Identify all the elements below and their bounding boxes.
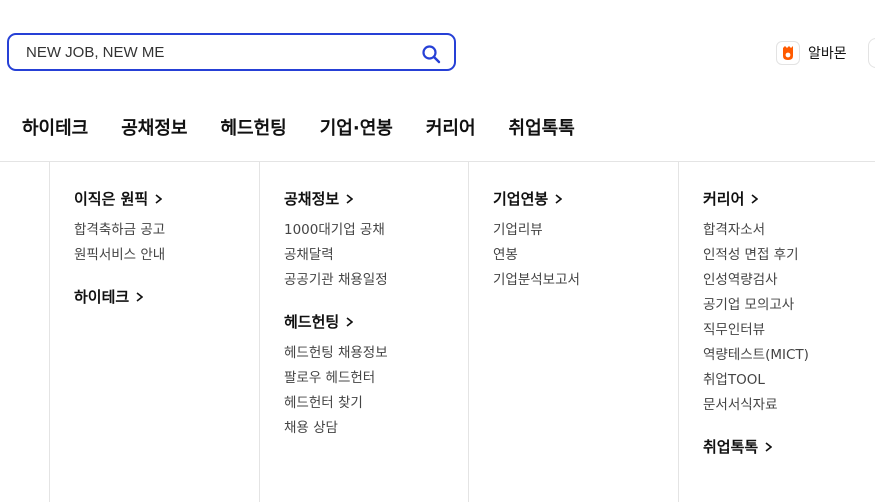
heading-label: 기업연봉 <box>493 190 549 208</box>
nav-item-company-salary[interactable]: 기업·연봉 <box>320 114 393 140</box>
heading-label: 하이테크 <box>74 288 130 306</box>
heading-career[interactable]: 커리어 <box>703 188 875 209</box>
link-follow-headhunter[interactable]: 팔로우 헤드헌터 <box>284 366 469 391</box>
link-job-tool[interactable]: 취업TOOL <box>703 368 875 393</box>
heading-recruit-info[interactable]: 공채정보 <box>284 188 469 209</box>
chevron-right-icon <box>555 193 563 204</box>
link-onepick-service[interactable]: 원픽서비스 안내 <box>74 243 260 268</box>
partial-button[interactable] <box>868 38 875 68</box>
nav-item-hitech[interactable]: 하이테크 <box>22 114 88 140</box>
chevron-right-icon <box>155 193 163 204</box>
link-top1000-recruit[interactable]: 1000대기업 공채 <box>284 218 469 243</box>
albamon-label: 알바몬 <box>808 46 847 62</box>
heading-label: 커리어 <box>703 190 745 208</box>
link-find-headhunter[interactable]: 헤드헌터 찾기 <box>284 391 469 416</box>
search-box[interactable] <box>7 33 456 71</box>
menu-column-recruit: 공채정보 1000대기업 공채 공채달력 공공기관 채용일정 헤드헌팅 헤드헌팅… <box>259 162 469 502</box>
link-company-review[interactable]: 기업리뷰 <box>493 218 679 243</box>
link-recruit-calendar[interactable]: 공채달력 <box>284 243 469 268</box>
heading-label: 이직은 원픽 <box>74 190 149 208</box>
link-mict-test[interactable]: 역량테스트(MICT) <box>703 343 875 368</box>
heading-company-salary[interactable]: 기업연봉 <box>493 188 679 209</box>
search-input[interactable] <box>26 43 406 61</box>
menu-column-company: 기업연봉 기업리뷰 연봉 기업분석보고서 <box>468 162 679 502</box>
heading-label: 취업톡톡 <box>703 438 759 456</box>
link-congrats-bonus[interactable]: 합격축하금 공고 <box>74 218 260 243</box>
link-passed-cover-letter[interactable]: 합격자소서 <box>703 218 875 243</box>
link-public-schedule[interactable]: 공공기관 채용일정 <box>284 268 469 293</box>
nav-item-recruit-info[interactable]: 공채정보 <box>121 114 187 140</box>
chevron-right-icon <box>765 441 773 452</box>
chevron-right-icon <box>346 193 354 204</box>
link-company-report[interactable]: 기업분석보고서 <box>493 268 679 293</box>
heading-headhunting[interactable]: 헤드헌팅 <box>284 311 469 332</box>
link-document-forms[interactable]: 문서서식자료 <box>703 393 875 418</box>
link-job-interview[interactable]: 직무인터뷰 <box>703 318 875 343</box>
search-icon[interactable] <box>421 44 441 64</box>
albamon-logo-icon <box>776 41 800 65</box>
chevron-right-icon <box>751 193 759 204</box>
chevron-right-icon <box>346 316 354 327</box>
heading-job-talk[interactable]: 취업톡톡 <box>703 436 875 457</box>
heading-label: 헤드헌팅 <box>284 313 340 331</box>
link-salary[interactable]: 연봉 <box>493 243 679 268</box>
heading-hitech[interactable]: 하이테크 <box>74 286 260 307</box>
link-personality-test[interactable]: 인성역량검사 <box>703 268 875 293</box>
nav-item-headhunting[interactable]: 헤드헌팅 <box>221 114 287 140</box>
link-hiring-consult[interactable]: 채용 상담 <box>284 416 469 441</box>
link-aptitude-interview-review[interactable]: 인적성 면접 후기 <box>703 243 875 268</box>
menu-column-onepick: 이직은 원픽 합격축하금 공고 원픽서비스 안내 하이테크 <box>49 162 260 502</box>
link-public-mock-exam[interactable]: 공기업 모의고사 <box>703 293 875 318</box>
heading-onepick[interactable]: 이직은 원픽 <box>74 188 260 209</box>
nav-item-career[interactable]: 커리어 <box>426 114 476 140</box>
nav-item-job-talk[interactable]: 취업톡톡 <box>509 114 575 140</box>
albamon-link[interactable]: 알바몬 <box>776 41 847 65</box>
main-nav: 하이테크 공채정보 헤드헌팅 기업·연봉 커리어 취업톡톡 <box>22 114 608 140</box>
chevron-right-icon <box>136 291 144 302</box>
heading-label: 공채정보 <box>284 190 340 208</box>
menu-column-career: 커리어 합격자소서 인적성 면접 후기 인성역량검사 공기업 모의고사 직무인터… <box>678 162 875 502</box>
link-headhunting-jobs[interactable]: 헤드헌팅 채용정보 <box>284 341 469 366</box>
